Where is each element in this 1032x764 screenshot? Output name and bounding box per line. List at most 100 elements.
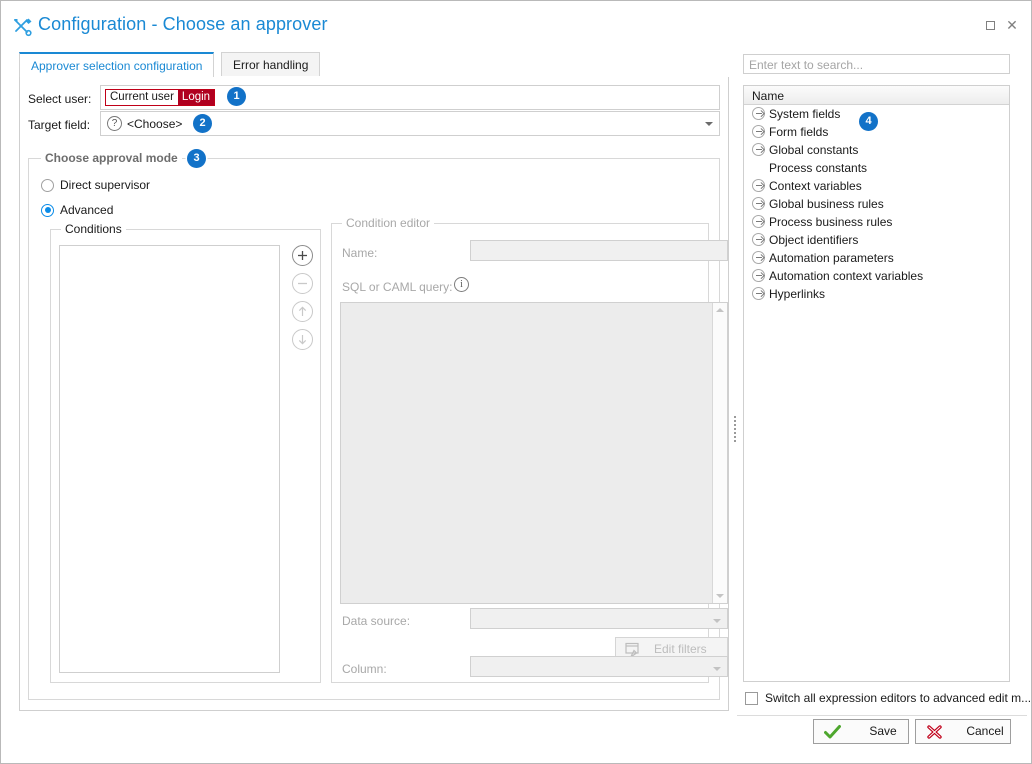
switch-expression-editors-checkbox[interactable] [745,691,758,705]
move-condition-up-button[interactable] [292,301,313,322]
tree-item-label: Automation parameters [769,251,894,265]
tab-error-handling[interactable]: Error handling [221,52,321,76]
tree-item-label: Process business rules [769,215,893,229]
splitter-grip-icon [734,416,736,444]
question-icon: ? [107,116,122,131]
condition-name-input[interactable] [470,240,728,261]
sql-caml-query-label: SQL or CAML query: [342,280,453,294]
expand-arrow-icon[interactable] [752,215,765,228]
expand-arrow-icon[interactable] [752,107,765,120]
footer-divider [737,715,1027,716]
badge-4: 4 [859,112,878,131]
cancel-label: Cancel [966,724,1004,738]
condition-editor-group: Condition editor Name: SQL or CAML query… [331,216,728,683]
remove-condition-button[interactable] [292,273,313,294]
tools-icon [12,17,34,37]
title-bar: Configuration - Choose an approver ✕ [1,1,1031,45]
radio-icon-advanced [41,203,54,217]
badge-2: 2 [193,114,212,133]
chevron-down-icon [713,619,721,623]
query-scrollbar[interactable] [712,303,727,603]
conditions-list[interactable] [59,245,280,673]
tree-item-label: System fields [769,107,841,121]
close-button[interactable]: ✕ [1001,15,1023,35]
badge-3: 3 [187,149,206,168]
expand-arrow-icon[interactable] [752,233,765,246]
scroll-down-icon[interactable] [716,594,724,598]
expand-arrow-icon[interactable] [752,269,765,282]
tree-item-automation-context-variables[interactable]: Automation context variables [744,267,1009,285]
conditions-group: Conditions [50,222,321,683]
panel-splitter[interactable] [730,51,740,711]
select-user-field[interactable]: Current user Login [100,85,720,110]
choose-approval-mode-group: Choose approval mode Direct supervisor A… [28,151,728,700]
tag-prefix: Current user [106,90,178,105]
radio-direct-supervisor[interactable]: Direct supervisor [41,178,150,192]
current-user-login-tag[interactable]: Current user Login [105,89,216,106]
tree-column-header: Name [744,86,1009,105]
column-label: Column: [342,662,387,676]
switch-expression-editors-label: Switch all expression editors to advance… [765,691,1032,705]
tree-item-global-business-rules[interactable]: Global business rules [744,195,1009,213]
tab-strip: Approver selection configuration Error h… [19,52,719,77]
expand-arrow-icon[interactable] [752,125,765,138]
save-label: Save [869,724,897,738]
condition-editor-title: Condition editor [342,216,435,230]
dialog-window: Configuration - Choose an approver ✕ App… [0,0,1032,764]
tree-item-label: Form fields [769,125,829,139]
tree-item-global-constants[interactable]: Global constants [744,141,1009,159]
move-condition-down-button[interactable] [292,329,313,350]
approver-configuration-panel: Select user: Current user Login 1 Target … [19,77,729,711]
column-dropdown[interactable] [470,656,728,677]
tree-item-label: Automation context variables [769,269,924,283]
tree-item-hyperlinks[interactable]: Hyperlinks [744,285,1009,303]
tree-column-header-name: Name [752,89,785,103]
data-source-label: Data source: [342,614,411,628]
radio-advanced[interactable]: Advanced [41,203,113,217]
data-source-dropdown[interactable] [470,608,728,629]
sql-caml-query-editor[interactable] [340,302,728,604]
tree-item-context-variables[interactable]: Context variables [744,177,1009,195]
tree-item-automation-parameters[interactable]: Automation parameters [744,249,1009,267]
tree-body: System fields Form fields Global constants… [744,105,1009,303]
target-field-label: Target field: [28,118,91,132]
radio-label-advanced: Advanced [60,203,114,217]
tree-item-label: Global business rules [769,197,884,211]
expand-arrow-icon[interactable] [752,287,765,300]
save-button[interactable]: Save [813,719,909,744]
field-source-tree: Name System fields Form fields Global cons… [743,85,1010,682]
tag-suffix: Login [177,90,215,105]
add-condition-button[interactable] [292,245,313,266]
edit-filters-label: Edit filters [654,642,707,656]
badge-1: 1 [227,87,246,106]
expand-arrow-icon[interactable] [752,197,765,210]
radio-label-direct-supervisor: Direct supervisor [60,178,151,192]
switch-expression-editors-checkbox-row[interactable]: Switch all expression editors to advance… [745,691,1031,705]
expand-arrow-icon[interactable] [752,251,765,264]
search-input[interactable]: Enter text to search... [743,54,1010,74]
info-icon[interactable]: i [454,277,469,292]
tree-item-label: Context variables [769,179,862,193]
tab-approver-selection-configuration[interactable]: Approver selection configuration [19,52,215,77]
window-title: Configuration - Choose an approver [38,14,328,34]
tree-item-label: Object identifiers [769,233,859,247]
search-placeholder: Enter text to search... [749,58,864,72]
maximize-icon [985,21,995,31]
maximize-button[interactable] [979,15,1001,35]
scroll-up-icon[interactable] [716,308,724,312]
expand-arrow-icon[interactable] [752,179,765,192]
chevron-down-icon [713,667,721,671]
tree-item-process-constants[interactable]: Process constants [744,159,1009,177]
select-user-label: Select user: [28,92,92,106]
tree-item-object-identifiers[interactable]: Object identifiers [744,231,1009,249]
condition-name-label: Name: [342,246,378,260]
chevron-down-icon [705,122,713,126]
radio-icon-direct-supervisor [41,178,54,192]
approval-mode-title: Choose approval mode [41,151,182,165]
expand-arrow-icon[interactable] [752,143,765,156]
tree-item-label: Global constants [769,143,859,157]
tree-item-process-business-rules[interactable]: Process business rules [744,213,1009,231]
cancel-button[interactable]: Cancel [915,719,1011,744]
conditions-title: Conditions [61,222,126,236]
tree-item-label: Process constants [769,161,868,175]
